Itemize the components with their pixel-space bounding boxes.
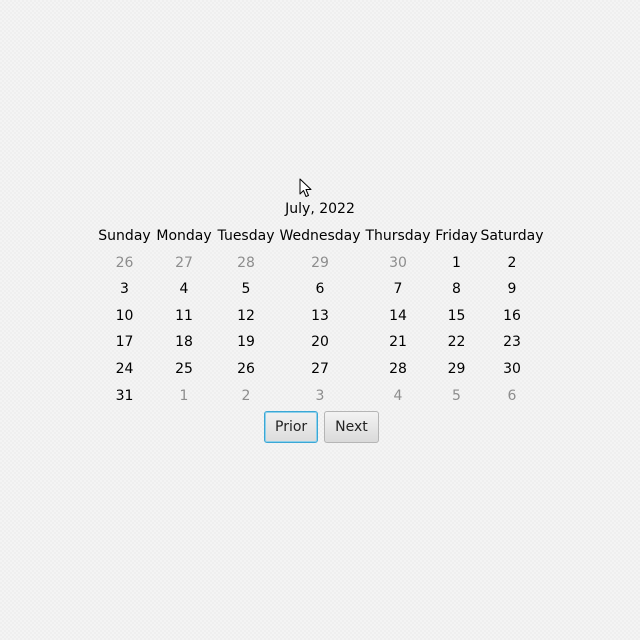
adjacent-month-day-cell: 29 <box>311 254 329 271</box>
day-cell: 30 <box>503 360 521 377</box>
day-cell: 23 <box>503 334 521 351</box>
day-cell: 19 <box>237 334 255 351</box>
day-cell: 10 <box>115 307 134 324</box>
weekday-header-tuesday: Tuesday <box>217 228 275 244</box>
adjacent-month-day-cell: 1 <box>179 387 189 404</box>
day-cell: 12 <box>237 307 255 324</box>
day-cell: 4 <box>179 281 189 298</box>
weekday-header-friday: Friday <box>435 228 478 244</box>
day-cell: 2 <box>507 254 517 271</box>
day-cell: 14 <box>389 307 407 324</box>
adjacent-month-day-cell: 27 <box>175 254 193 271</box>
day-cell: 29 <box>447 360 466 377</box>
weekday-header-thursday: Thursday <box>365 228 431 244</box>
adjacent-month-day-cell: 3 <box>315 387 325 404</box>
adjacent-month-day-cell: 26 <box>115 254 134 271</box>
day-cell: 9 <box>507 281 517 298</box>
day-cell: 31 <box>115 387 134 404</box>
adjacent-month-day-cell: 5 <box>452 387 461 404</box>
day-cell: 22 <box>447 334 466 351</box>
adjacent-month-day-cell: 28 <box>237 254 255 271</box>
calendar-grid: Sunday Monday Tuesday Wednesday Thursday Frid… <box>96 223 544 409</box>
day-cell: 13 <box>311 307 329 324</box>
day-cell: 28 <box>389 360 407 377</box>
weekday-header-wednesday: Wednesday <box>279 228 361 244</box>
weekday-header-monday: Monday <box>156 228 212 244</box>
day-cell: 5 <box>241 281 251 298</box>
day-cell: 26 <box>237 360 255 377</box>
day-cell: 21 <box>389 334 407 351</box>
day-cell: 20 <box>311 334 329 351</box>
day-cell: 7 <box>393 281 403 298</box>
day-cell: 16 <box>503 307 521 324</box>
next-button[interactable]: Next <box>324 411 379 443</box>
day-cell: 27 <box>311 360 329 377</box>
adjacent-month-day-cell: 6 <box>507 387 517 404</box>
day-cell: 15 <box>447 307 466 324</box>
adjacent-month-day-cell: 30 <box>389 254 407 271</box>
day-cell: 6 <box>315 281 325 298</box>
navigation-buttons: Prior Next <box>264 411 379 443</box>
day-cell: 24 <box>115 360 134 377</box>
day-cell: 1 <box>452 254 461 271</box>
day-cell: 11 <box>175 307 193 324</box>
day-cell: 8 <box>452 281 461 298</box>
day-cell: 3 <box>120 281 129 298</box>
adjacent-month-day-cell: 4 <box>393 387 403 404</box>
month-year-title: July, 2022 <box>285 201 355 217</box>
mouse-pointer-icon <box>299 178 312 197</box>
day-cell: 17 <box>115 334 134 351</box>
day-cell: 25 <box>175 360 193 377</box>
weekday-header-saturday: Saturday <box>480 228 544 244</box>
adjacent-month-day-cell: 2 <box>241 387 251 404</box>
weekday-header-sunday: Sunday <box>98 228 151 244</box>
prior-button[interactable]: Prior <box>264 411 319 443</box>
day-cell: 18 <box>175 334 193 351</box>
